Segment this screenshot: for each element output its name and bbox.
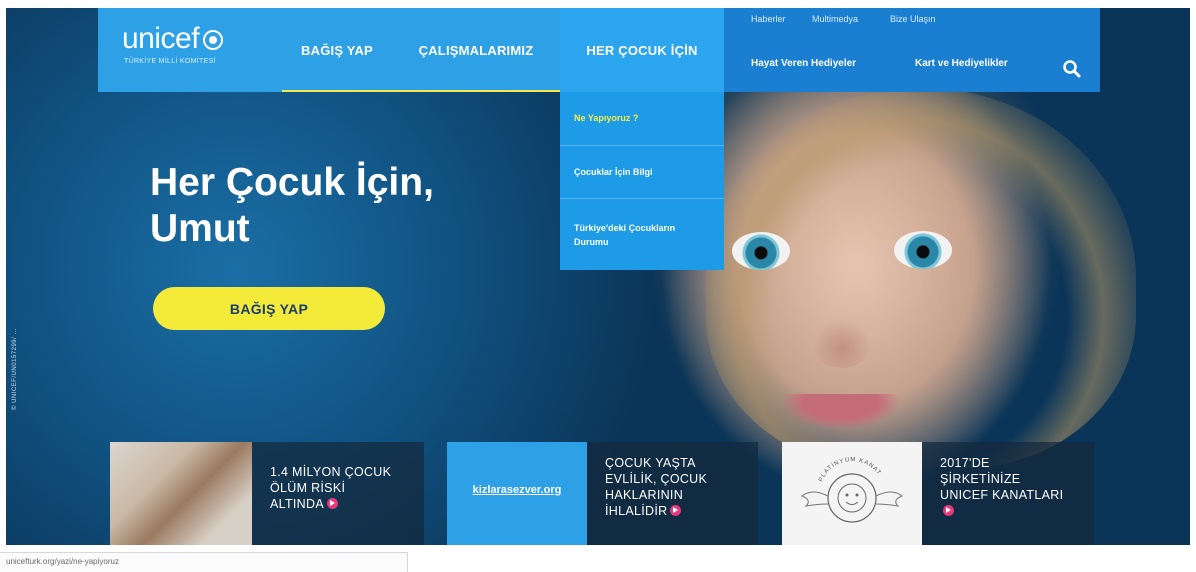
- hero-title-line: Umut: [150, 207, 250, 250]
- card-text: ÇOCUK YAŞTA EVLİLİK, ÇOCUK HAKLARININ İH…: [605, 455, 707, 519]
- hero-title: Her Çocuk İçin, Umut: [150, 160, 570, 252]
- util-link-contact[interactable]: Bize Ulaşın: [890, 14, 936, 24]
- nav-our-work[interactable]: ÇALIŞMALARIMIZ: [392, 8, 560, 92]
- card-text-line: HAKLARININ: [605, 488, 684, 502]
- card-text-line: İHLALİDİR: [605, 504, 668, 518]
- card-text-line-with-arrow: ALTINDA: [270, 496, 391, 512]
- arrow-right-icon: [326, 498, 338, 509]
- hero-photo-nose: [812, 318, 872, 368]
- dropdown-item-what-we-do[interactable]: Ne Yapıyoruz ?: [560, 92, 724, 144]
- util-link-multimedia[interactable]: Multimedya: [812, 14, 858, 24]
- feature-card[interactable]: PLATİNYUM KANAT 2017'DE ŞİRKETİNİZE UNIC…: [782, 442, 1094, 545]
- card-text-line: 2017'DE: [940, 456, 990, 470]
- card-text: 2017'DE ŞİRKETİNİZE UNICEF KANATLARI: [940, 455, 1063, 519]
- hero-donate-button[interactable]: BAĞIŞ YAP: [153, 287, 385, 330]
- search-icon[interactable]: [1062, 59, 1082, 79]
- for-every-child-dropdown: Ne Yapıyoruz ? Çocuklar İçin Bilgi Türki…: [560, 92, 724, 270]
- hero-photo-eye: [732, 232, 790, 270]
- dropdown-item-children-in-turkey[interactable]: Türkiye'deki Çocukların Durumu: [560, 198, 724, 270]
- nav-life-giving-gifts[interactable]: Hayat Veren Hediyeler: [751, 58, 856, 69]
- card-thumbnail-site: kizlarasezver.org: [447, 442, 587, 545]
- arrow-right-icon: [670, 505, 682, 516]
- card-thumbnail-badge: PLATİNYUM KANAT: [782, 442, 922, 545]
- site-link[interactable]: kizlarasezver.org: [447, 484, 587, 496]
- nav-cards-and-gifts[interactable]: Kart ve Hediyelikler: [915, 58, 1008, 69]
- logo-subtitle: TÜRKİYE MİLLİ KOMİTESİ: [124, 58, 216, 65]
- card-text-line: ŞİRKETİNİZE: [940, 472, 1021, 486]
- hero-photo-hair: [706, 88, 1136, 468]
- feature-card[interactable]: 1.4 MİLYON ÇOCUK ÖLÜM RİSKİ ALTINDA: [110, 442, 424, 545]
- card-thumbnail-image: [110, 442, 252, 545]
- unicef-emblem-icon: [203, 30, 224, 50]
- card-text-line-with-arrow: İHLALİDİR: [605, 503, 707, 519]
- hero-photo-mouth: [781, 394, 901, 430]
- dropdown-item-info-for-children[interactable]: Çocuklar İçin Bilgi: [560, 145, 724, 197]
- svg-text:PLATİNYUM KANAT: PLATİNYUM KANAT: [818, 457, 882, 483]
- logo-wordmark: unicef: [122, 22, 200, 55]
- unicef-logo[interactable]: unicef TÜRKİYE MİLLİ KOMİTESİ: [122, 22, 224, 65]
- card-text-line: ÇOCUK YAŞTA: [605, 456, 696, 470]
- nav-donate[interactable]: BAĞIŞ YAP: [282, 8, 392, 92]
- card-text-line-with-arrow: [940, 503, 1063, 519]
- badge-label: PLATİNYUM KANAT: [818, 457, 881, 483]
- card-text-line: UNICEF KANATLARI: [940, 488, 1064, 502]
- feature-card[interactable]: kizlarasezver.org ÇOCUK YAŞTA EVLİLİK, Ç…: [447, 442, 758, 545]
- card-text-line: 1.4 MİLYON ÇOCUK: [270, 465, 392, 479]
- card-text-line: EVLİLİK, ÇOCUK: [605, 472, 708, 486]
- nav-for-every-child[interactable]: HER ÇOCUK İÇİN: [560, 8, 724, 92]
- card-text-line: ALTINDA: [270, 497, 324, 511]
- platinum-wing-badge-icon: PLATİNYUM KANAT: [801, 457, 903, 523]
- card-text-line: ÖLÜM RİSKİ: [270, 481, 346, 495]
- hero-title-line: Her Çocuk İçin,: [150, 161, 434, 204]
- photo-credit: © UNICEF/UN0157299/ ...: [12, 328, 18, 410]
- arrow-right-icon: [943, 505, 954, 516]
- hero-photo-eye: [894, 231, 952, 269]
- browser-status-bar: unicefturk.org/yazi/ne-yapiyoruz: [0, 552, 408, 572]
- card-text: 1.4 MİLYON ÇOCUK ÖLÜM RİSKİ ALTINDA: [270, 464, 391, 512]
- util-link-news[interactable]: Haberler: [751, 14, 786, 24]
